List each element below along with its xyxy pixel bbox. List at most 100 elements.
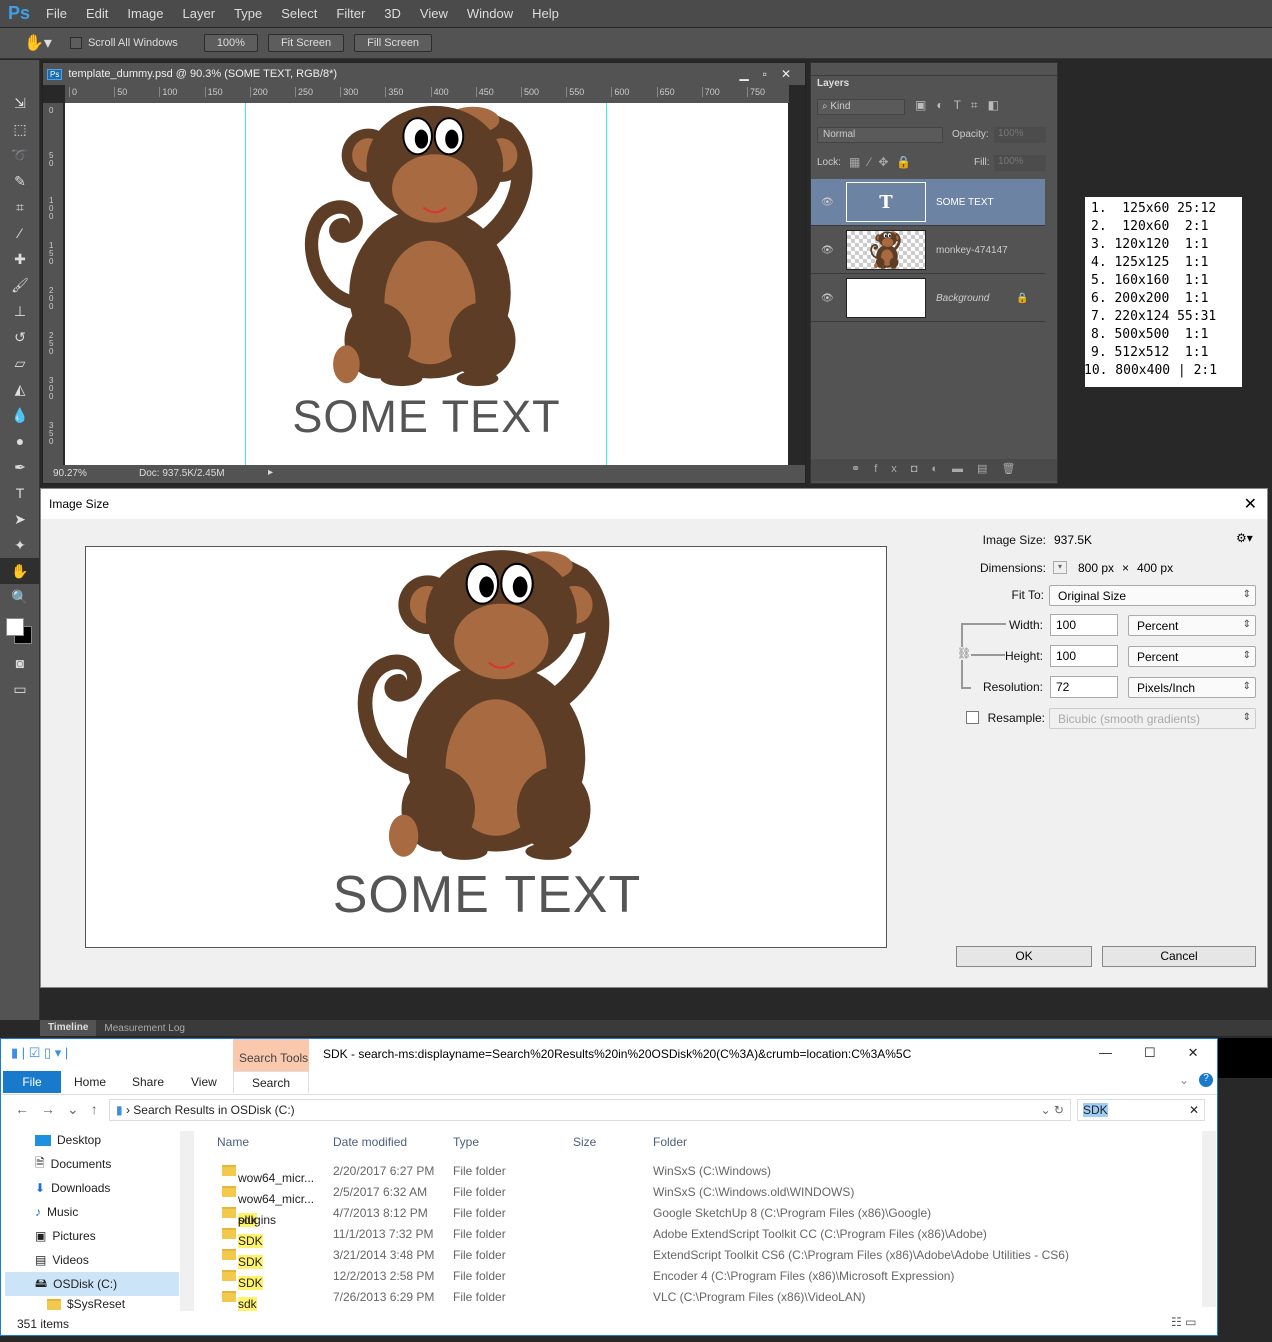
resample-checkbox[interactable] — [966, 711, 979, 724]
resolution-unit-select[interactable]: Pixels/Inch — [1128, 677, 1256, 698]
nav-buttons[interactable]: ←→⌄↑ — [15, 1101, 110, 1118]
search-box[interactable]: SDK ✕ — [1077, 1099, 1205, 1121]
stamp-tool-icon[interactable]: ⊥ — [0, 298, 40, 324]
menu-select[interactable]: Select — [281, 6, 317, 21]
nav-music[interactable]: ♪ Music — [35, 1200, 78, 1224]
view-toggle-icons[interactable]: ☷ ▭ — [1171, 1315, 1196, 1329]
height-unit-select[interactable]: Percent — [1128, 646, 1256, 667]
tab-measurement-log[interactable]: Measurement Log — [96, 1023, 193, 1034]
nav-scrollbar[interactable] — [180, 1131, 194, 1311]
document-tab[interactable]: Ps template_dummy.psd @ 90.3% (SOME TEXT… — [43, 63, 805, 85]
help-icon[interactable]: ? — [1199, 1073, 1213, 1087]
resample-select[interactable]: Bicubic (smooth gradients) — [1049, 708, 1256, 729]
address-bar[interactable]: ▮ › Search Results in OSDisk (C:) ⌄ ↻ — [109, 1099, 1071, 1121]
blur-tool-icon[interactable]: 💧 — [0, 402, 40, 428]
opacity-input[interactable]: 100% — [994, 127, 1046, 143]
col-folder[interactable]: Folder — [653, 1135, 687, 1149]
nav-documents[interactable]: 🗎 Documents — [35, 1152, 111, 1176]
nav-sysreset[interactable]: $SysReset — [47, 1296, 125, 1312]
layer-monkey[interactable]: 👁 monkey-474147 — [811, 227, 1045, 274]
visibility-eye-icon[interactable]: 👁 — [821, 293, 834, 304]
scroll-all-checkbox[interactable] — [69, 37, 82, 49]
file-row[interactable]: wow64_micr... 2/5/2017 6:32 AM File folder… — [216, 1181, 1216, 1206]
ribbon-tab-home[interactable]: Home — [74, 1075, 106, 1089]
zoom-level[interactable]: 90.27% — [53, 468, 87, 479]
maximize-button[interactable]: ▫ — [763, 67, 767, 81]
move-tool-icon[interactable]: ⇲ — [0, 90, 40, 116]
menu-layer[interactable]: Layer — [183, 6, 216, 21]
bucket-tool-icon[interactable]: ◭ — [0, 376, 40, 402]
fit-screen-button[interactable]: Fit Screen — [267, 34, 345, 52]
pen-tool-icon[interactable]: ✒ — [0, 454, 40, 480]
lasso-tool-icon[interactable]: ➰ — [0, 142, 40, 168]
file-row[interactable]: SDK 12/2/2013 2:58 PM File folder Encoder 4… — [216, 1265, 1216, 1290]
image-preview[interactable]: SOME TEXT — [85, 546, 887, 948]
fill-screen-button[interactable]: Fill Screen — [354, 34, 433, 52]
menu-edit[interactable]: Edit — [86, 6, 108, 21]
quick-access-toolbar[interactable]: ▮ | ☑ ▯ ▾ | — [11, 1045, 68, 1061]
ribbon-tab-share[interactable]: Share — [132, 1075, 164, 1089]
history-brush-icon[interactable]: ↺ — [0, 324, 40, 350]
width-unit-select[interactable]: Percent — [1128, 615, 1256, 636]
hand-tool-icon[interactable]: ✋ — [0, 558, 40, 584]
nav-videos[interactable]: ▤ Videos — [35, 1248, 89, 1272]
zoom-tool-icon[interactable]: 🔍 — [0, 584, 40, 610]
col-name[interactable]: Name — [217, 1135, 249, 1149]
nav-desktop[interactable]: Desktop — [35, 1128, 101, 1152]
menu-filter[interactable]: Filter — [336, 6, 365, 21]
quick-select-tool-icon[interactable]: ✎ — [0, 168, 40, 194]
blend-mode-select[interactable]: Normal — [817, 127, 943, 143]
ribbon-expand-icon[interactable]: ⌄ — [1179, 1073, 1189, 1087]
close-button[interactable]: ✕ — [1188, 1045, 1199, 1061]
layer-some-text[interactable]: 👁 T SOME TEXT — [811, 179, 1045, 226]
maximize-button[interactable]: ☐ — [1144, 1045, 1156, 1061]
menu-type[interactable]: Type — [234, 6, 262, 21]
height-input[interactable]: 100 — [1050, 645, 1118, 667]
brush-tool-icon[interactable]: 🖌 — [0, 272, 40, 298]
nav-osdisk[interactable]: 🖴 OSDisk (C:) — [5, 1272, 179, 1296]
hand-tool-icon[interactable]: ✋▾ — [24, 33, 52, 53]
eyedropper-tool-icon[interactable]: ⁄ — [0, 220, 40, 246]
resolution-input[interactable]: 72 — [1050, 676, 1118, 698]
file-row[interactable]: sdk plugins 4/7/2013 8:12 PM File folder Go… — [216, 1202, 1216, 1227]
ribbon-tab-view[interactable]: View — [191, 1075, 217, 1089]
visibility-eye-icon[interactable]: 👁 — [821, 245, 834, 256]
col-size[interactable]: Size — [573, 1135, 596, 1149]
layer-actions[interactable]: ⚭fx◘◐▬▤🗑 — [811, 459, 1057, 481]
menu-view[interactable]: View — [420, 6, 448, 21]
menu-image[interactable]: Image — [127, 6, 163, 21]
nav-pictures[interactable]: ▣ Pictures — [35, 1224, 96, 1248]
cancel-button[interactable]: Cancel — [1102, 946, 1256, 967]
file-row[interactable]: SDK 3/21/2014 3:48 PM File folder ExtendScr… — [216, 1244, 1216, 1269]
marquee-tool-icon[interactable]: ⬚ — [0, 116, 40, 142]
ok-button[interactable]: OK — [956, 946, 1092, 967]
link-icon[interactable]: ⛓ — [957, 647, 971, 660]
menu-3d[interactable]: 3D — [384, 6, 401, 21]
file-row[interactable]: SDK 11/1/2013 7:32 PM File folder Adobe Ext… — [216, 1223, 1216, 1248]
type-tool-icon[interactable]: T — [0, 480, 40, 506]
col-type[interactable]: Type — [453, 1135, 479, 1149]
layers-tab[interactable]: Layers — [811, 75, 891, 93]
menu-window[interactable]: Window — [467, 6, 513, 21]
crop-tool-icon[interactable]: ⌗ — [0, 194, 40, 220]
path-select-tool-icon[interactable]: ➤ — [0, 506, 40, 532]
zoom-100-button[interactable]: 100% — [203, 34, 258, 52]
status-menu-arrow-icon[interactable]: ▸ — [268, 467, 273, 478]
screen-mode-icon[interactable]: ▭ — [0, 676, 40, 702]
tab-timeline[interactable]: Timeline — [40, 1020, 97, 1036]
shape-tool-icon[interactable]: ✦ — [0, 532, 40, 558]
quick-mask-icon[interactable]: ◙ — [0, 650, 40, 676]
canvas[interactable]: SOME TEXT — [65, 103, 788, 465]
minimize-button[interactable]: — — [1099, 1045, 1112, 1061]
close-button[interactable]: ✕ — [781, 67, 791, 81]
healing-tool-icon[interactable]: ✚ — [0, 246, 40, 272]
file-row[interactable]: sdk 7/26/2013 6:29 PM File folder VLC (C:\P… — [216, 1286, 1216, 1311]
fit-to-select[interactable]: Original Size — [1049, 585, 1256, 606]
layer-background[interactable]: 👁 Background 🔒 — [811, 275, 1045, 322]
lock-icons[interactable]: ▦⁄✥🔒 — [849, 155, 919, 169]
minimize-button[interactable]: ▁ — [739, 67, 748, 81]
filter-icons[interactable]: ▣◐T⌗◧ — [915, 98, 1009, 113]
menu-help[interactable]: Help — [532, 6, 559, 21]
eraser-tool-icon[interactable]: ▱ — [0, 350, 40, 376]
ribbon-tab-search[interactable]: Search — [233, 1071, 309, 1093]
